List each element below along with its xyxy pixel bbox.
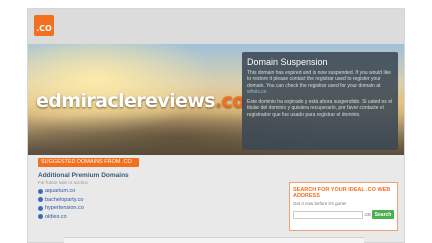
globe-bullet-icon [38,188,43,194]
domain-tld: .co [214,90,245,112]
suspension-panel: Domain Suspension This domain has expire… [242,52,398,150]
header-bar: .CO [28,9,404,44]
suspension-english-body: This domain has expired and is now suspe… [247,70,391,89]
list-item: hypertension.co [38,204,188,213]
search-button[interactable]: Search [371,210,395,219]
globe-bullet-icon [38,197,43,203]
suspension-english-text: This domain has expired and is now suspe… [247,70,393,95]
domain-search-box: SEARCH FOR YOUR IDEAL .CO WEB ADDRESS Ge… [289,182,398,231]
search-tld-label: .co [364,211,371,218]
search-row: .co Search [293,210,395,219]
premium-domains-section: Additional Premium Domains For future sa… [38,172,188,221]
premium-domain-list: aquarium.co bacheloparty.co hypertension… [38,187,188,221]
search-heading: SEARCH FOR YOUR IDEAL .CO WEB ADDRESS [293,187,391,199]
list-item: oldies.co [38,213,188,222]
suspension-heading: Domain Suspension [247,57,328,67]
whois-link[interactable]: whois.co [247,89,266,95]
list-item: bacheloparty.co [38,196,188,205]
domain-search-input[interactable] [293,210,363,219]
premium-domain-link[interactable]: oldies.co [45,214,67,220]
hero-banner: edmiraclereviews.co Domain Suspension Th… [28,44,404,155]
search-tagline: Get it now before it's gone! [293,201,347,206]
premium-heading: Additional Premium Domains [38,172,129,179]
list-item: aquarium.co [38,187,188,196]
globe-bullet-icon [38,214,43,220]
footer-strip [64,237,364,243]
suspension-spanish-text: Este dominio ha expirado y está ahora su… [247,99,393,118]
page-frame: .CO edmiraclereviews.co Domain Suspensio… [27,8,405,243]
co-logo[interactable]: .CO [34,15,54,36]
premium-domain-link[interactable]: hypertension.co [45,205,84,211]
domain-name: edmiraclereviews [36,90,216,112]
premium-domain-link[interactable]: aquarium.co [45,188,75,194]
globe-bullet-icon [38,205,43,211]
premium-domain-link[interactable]: bacheloparty.co [45,197,83,203]
premium-subheading: For future sale or auction [38,180,89,185]
suggested-domains-tab[interactable]: SUGGESTED DOMAINS FROM .CO [38,158,139,167]
domain-title: edmiraclereviews.co [36,90,245,112]
